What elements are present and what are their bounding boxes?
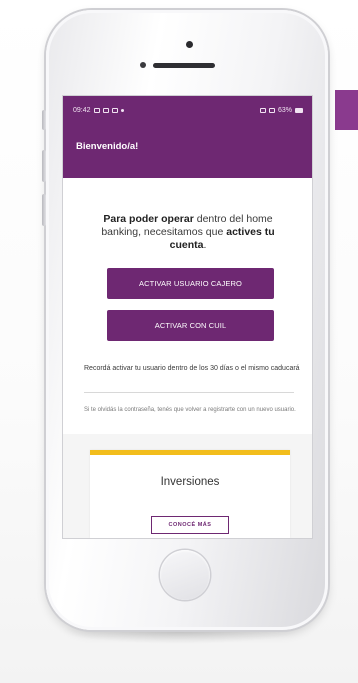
learn-more-button[interactable]: CONOCÉ MÁS	[151, 516, 229, 534]
mute-switch	[42, 110, 46, 130]
intro-emphasis: Para poder operar	[103, 213, 194, 225]
battery-percentage: 63%	[277, 106, 292, 114]
home-button[interactable]	[160, 550, 210, 600]
status-notification-icon	[111, 107, 118, 113]
volume-up-button	[42, 150, 46, 182]
activate-atm-user-button[interactable]: ACTIVAR USUARIO CAJERO	[107, 268, 274, 299]
background-accent	[335, 90, 358, 130]
status-notification-icon	[102, 107, 109, 113]
status-bar-right: 63%	[259, 106, 303, 114]
app-header: 09:42 63% Bienvenido/a!	[63, 96, 312, 178]
battery-icon	[295, 107, 303, 113]
volume-down-button	[42, 194, 46, 226]
proximity-sensor	[186, 41, 193, 48]
wifi-icon	[259, 107, 266, 113]
intro-text: .	[203, 239, 207, 251]
signal-icon	[268, 107, 275, 113]
card-title: Inversiones	[160, 476, 220, 488]
app-screen: 09:42 63% Bienvenido/a! Para poder opera…	[63, 96, 312, 538]
status-notification-icon	[93, 107, 100, 113]
earpiece-speaker	[153, 63, 215, 68]
activation-reminder: Recordá activar tu usuario dentro de los…	[84, 365, 300, 372]
page-title: Bienvenido/a!	[76, 141, 139, 152]
status-dot-icon	[120, 108, 124, 112]
front-camera	[140, 62, 146, 68]
status-time: 09:42	[73, 106, 91, 114]
activation-intro-text: Para poder operar dentro del home bankin…	[87, 213, 289, 252]
activate-with-cuil-button[interactable]: ACTIVAR CON CUIL	[107, 310, 274, 341]
status-bar-left: 09:42	[73, 107, 124, 114]
forgot-password-note: Si te olvidás la contraseña, tenés que v…	[84, 407, 296, 413]
divider	[84, 392, 294, 393]
status-bar: 09:42 63%	[73, 104, 303, 116]
investments-card: Inversiones CONOCÉ MÁS	[90, 450, 290, 538]
device-mockup-scene: 09:42 63% Bienvenido/a! Para poder opera…	[0, 0, 358, 683]
card-accent-stripe	[90, 450, 290, 455]
